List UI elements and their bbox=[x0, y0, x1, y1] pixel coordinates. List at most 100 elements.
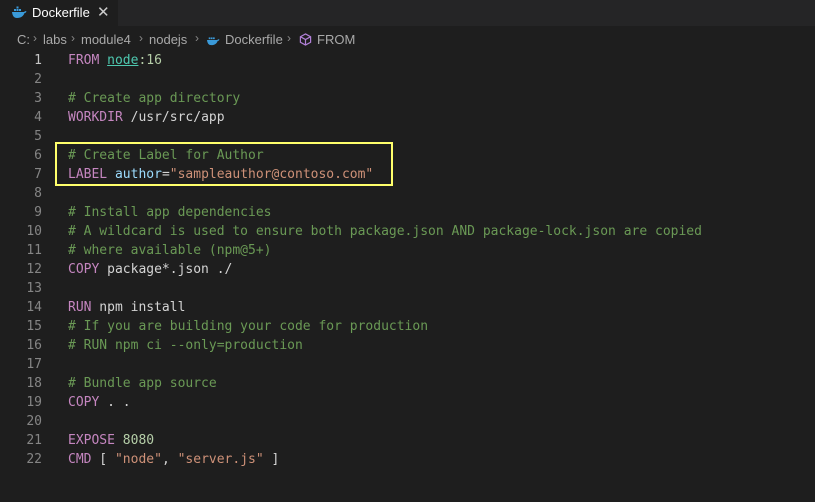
docker-whale-icon bbox=[12, 6, 27, 18]
docker-whale-icon bbox=[207, 37, 220, 46]
code-token: # RUN npm ci --only=production bbox=[68, 338, 303, 353]
code-line[interactable]: 1 FROM node:16 bbox=[0, 51, 815, 70]
line-number: 6 bbox=[34, 148, 42, 163]
line-number: 4 bbox=[34, 110, 42, 125]
code-line[interactable]: 21 EXPOSE 8080 bbox=[0, 431, 815, 450]
breadcrumb-item-dockerfile[interactable]: Dockerfile bbox=[225, 32, 283, 47]
code-line[interactable]: 18 # Bundle app source bbox=[0, 374, 815, 393]
code-line[interactable]: 15 # If you are building your code for pr… bbox=[0, 317, 815, 336]
line-number: 17 bbox=[26, 357, 42, 372]
code-editor[interactable]: 1 FROM node:16 2 3 # Create app directory 4 WO… bbox=[0, 51, 815, 502]
breadcrumb-item-drive[interactable]: C: bbox=[17, 32, 30, 47]
code-line[interactable]: 10 # A wildcard is used to ensure both pa… bbox=[0, 222, 815, 241]
line-code: RUN npm install bbox=[68, 298, 185, 317]
code-token: # where available (npm@5+) bbox=[68, 243, 272, 258]
line-number: 21 bbox=[26, 433, 42, 448]
code-token: WORKDIR bbox=[68, 110, 123, 125]
code-line[interactable]: 12 COPY package*.json ./ bbox=[0, 260, 815, 279]
line-code: COPY . . bbox=[68, 393, 131, 412]
line-number: 10 bbox=[26, 224, 42, 239]
code-token: "node" bbox=[114, 452, 162, 467]
breadcrumb-item-module4[interactable]: module4 bbox=[81, 32, 131, 47]
line-number: 11 bbox=[26, 243, 42, 258]
symbol-method-icon bbox=[299, 33, 312, 46]
code-line[interactable]: 20 bbox=[0, 412, 815, 431]
breadcrumb-item-nodejs[interactable]: nodejs bbox=[149, 32, 187, 47]
line-number: 16 bbox=[26, 338, 42, 353]
chevron-right-icon: › bbox=[33, 31, 37, 45]
code-token: , bbox=[161, 452, 178, 467]
code-line[interactable]: 3 # Create app directory bbox=[0, 89, 815, 108]
code-token: COPY bbox=[68, 262, 100, 277]
line-code: # Create app directory bbox=[68, 89, 240, 108]
close-icon[interactable]: ✕ bbox=[97, 3, 110, 21]
code-token: . . bbox=[99, 395, 131, 410]
line-number: 8 bbox=[34, 186, 42, 201]
line-code: # Install app dependencies bbox=[68, 203, 272, 222]
tab-dockerfile[interactable]: Dockerfile ✕ bbox=[0, 0, 118, 26]
chevron-right-icon: › bbox=[195, 31, 199, 45]
code-token: "server.js" bbox=[177, 452, 264, 467]
code-token: EXPOSE bbox=[68, 433, 115, 448]
line-number: 19 bbox=[26, 395, 42, 410]
code-token: package*.json ./ bbox=[99, 262, 233, 277]
editor-tab-bar: Dockerfile ✕ bbox=[0, 0, 815, 26]
code-token: ] bbox=[263, 452, 280, 467]
code-token: # Install app dependencies bbox=[68, 205, 272, 220]
line-code: # Bundle app source bbox=[68, 374, 217, 393]
line-code: EXPOSE 8080 bbox=[68, 431, 154, 450]
line-number: 14 bbox=[26, 300, 42, 315]
code-token: # Bundle app source bbox=[68, 376, 217, 391]
code-line[interactable]: 8 bbox=[0, 184, 815, 203]
line-code: WORKDIR /usr/src/app bbox=[68, 108, 225, 127]
code-token: FROM bbox=[68, 53, 100, 68]
line-number: 15 bbox=[26, 319, 42, 334]
line-number: 1 bbox=[34, 53, 42, 68]
line-code: CMD [ "node", "server.js" ] bbox=[68, 450, 279, 469]
line-code: # A wildcard is used to ensure both pack… bbox=[68, 222, 702, 241]
line-number: 7 bbox=[34, 167, 42, 182]
code-line[interactable]: 16 # RUN npm ci --only=production bbox=[0, 336, 815, 355]
code-token: CMD bbox=[68, 452, 92, 467]
line-number: 3 bbox=[34, 91, 42, 106]
line-number: 20 bbox=[26, 414, 42, 429]
highlight-box bbox=[55, 142, 393, 186]
code-token: node bbox=[107, 53, 139, 68]
code-line[interactable]: 14 RUN npm install bbox=[0, 298, 815, 317]
code-token: :16 bbox=[138, 53, 162, 68]
breadcrumb: C: › labs › module4 › nodejs › Dockerfil… bbox=[0, 26, 815, 51]
line-number: 12 bbox=[26, 262, 42, 277]
line-number: 9 bbox=[34, 205, 42, 220]
line-number: 5 bbox=[34, 129, 42, 144]
tab-title: Dockerfile bbox=[32, 5, 90, 20]
code-line[interactable]: 22 CMD [ "node", "server.js" ] bbox=[0, 450, 815, 469]
code-token: # If you are building your code for prod… bbox=[68, 319, 429, 334]
code-line[interactable]: 4 WORKDIR /usr/src/app bbox=[0, 108, 815, 127]
chevron-right-icon: › bbox=[71, 31, 75, 45]
code-token: 8080 bbox=[122, 433, 155, 448]
code-line[interactable]: 13 bbox=[0, 279, 815, 298]
code-line[interactable]: 2 bbox=[0, 70, 815, 89]
code-line[interactable]: 9 # Install app dependencies bbox=[0, 203, 815, 222]
code-line[interactable]: 11 # where available (npm@5+) bbox=[0, 241, 815, 260]
code-line[interactable]: 19 COPY . . bbox=[0, 393, 815, 412]
line-number: 13 bbox=[26, 281, 42, 296]
chevron-right-icon: › bbox=[139, 31, 143, 45]
line-number: 2 bbox=[34, 72, 42, 87]
code-token: [ bbox=[91, 452, 115, 467]
line-code: # where available (npm@5+) bbox=[68, 241, 272, 260]
line-number: 22 bbox=[26, 452, 42, 467]
code-token: # Create app directory bbox=[68, 91, 241, 106]
line-code: FROM node:16 bbox=[68, 51, 162, 70]
line-number: 18 bbox=[26, 376, 42, 391]
breadcrumb-item-from[interactable]: FROM bbox=[317, 32, 355, 47]
code-token: RUN bbox=[68, 300, 92, 315]
code-line[interactable]: 17 bbox=[0, 355, 815, 374]
line-code: # RUN npm ci --only=production bbox=[68, 336, 303, 355]
breadcrumb-item-labs[interactable]: labs bbox=[43, 32, 67, 47]
code-token: /usr/src/app bbox=[122, 110, 225, 125]
line-code: COPY package*.json ./ bbox=[68, 260, 232, 279]
line-code: # If you are building your code for prod… bbox=[68, 317, 428, 336]
